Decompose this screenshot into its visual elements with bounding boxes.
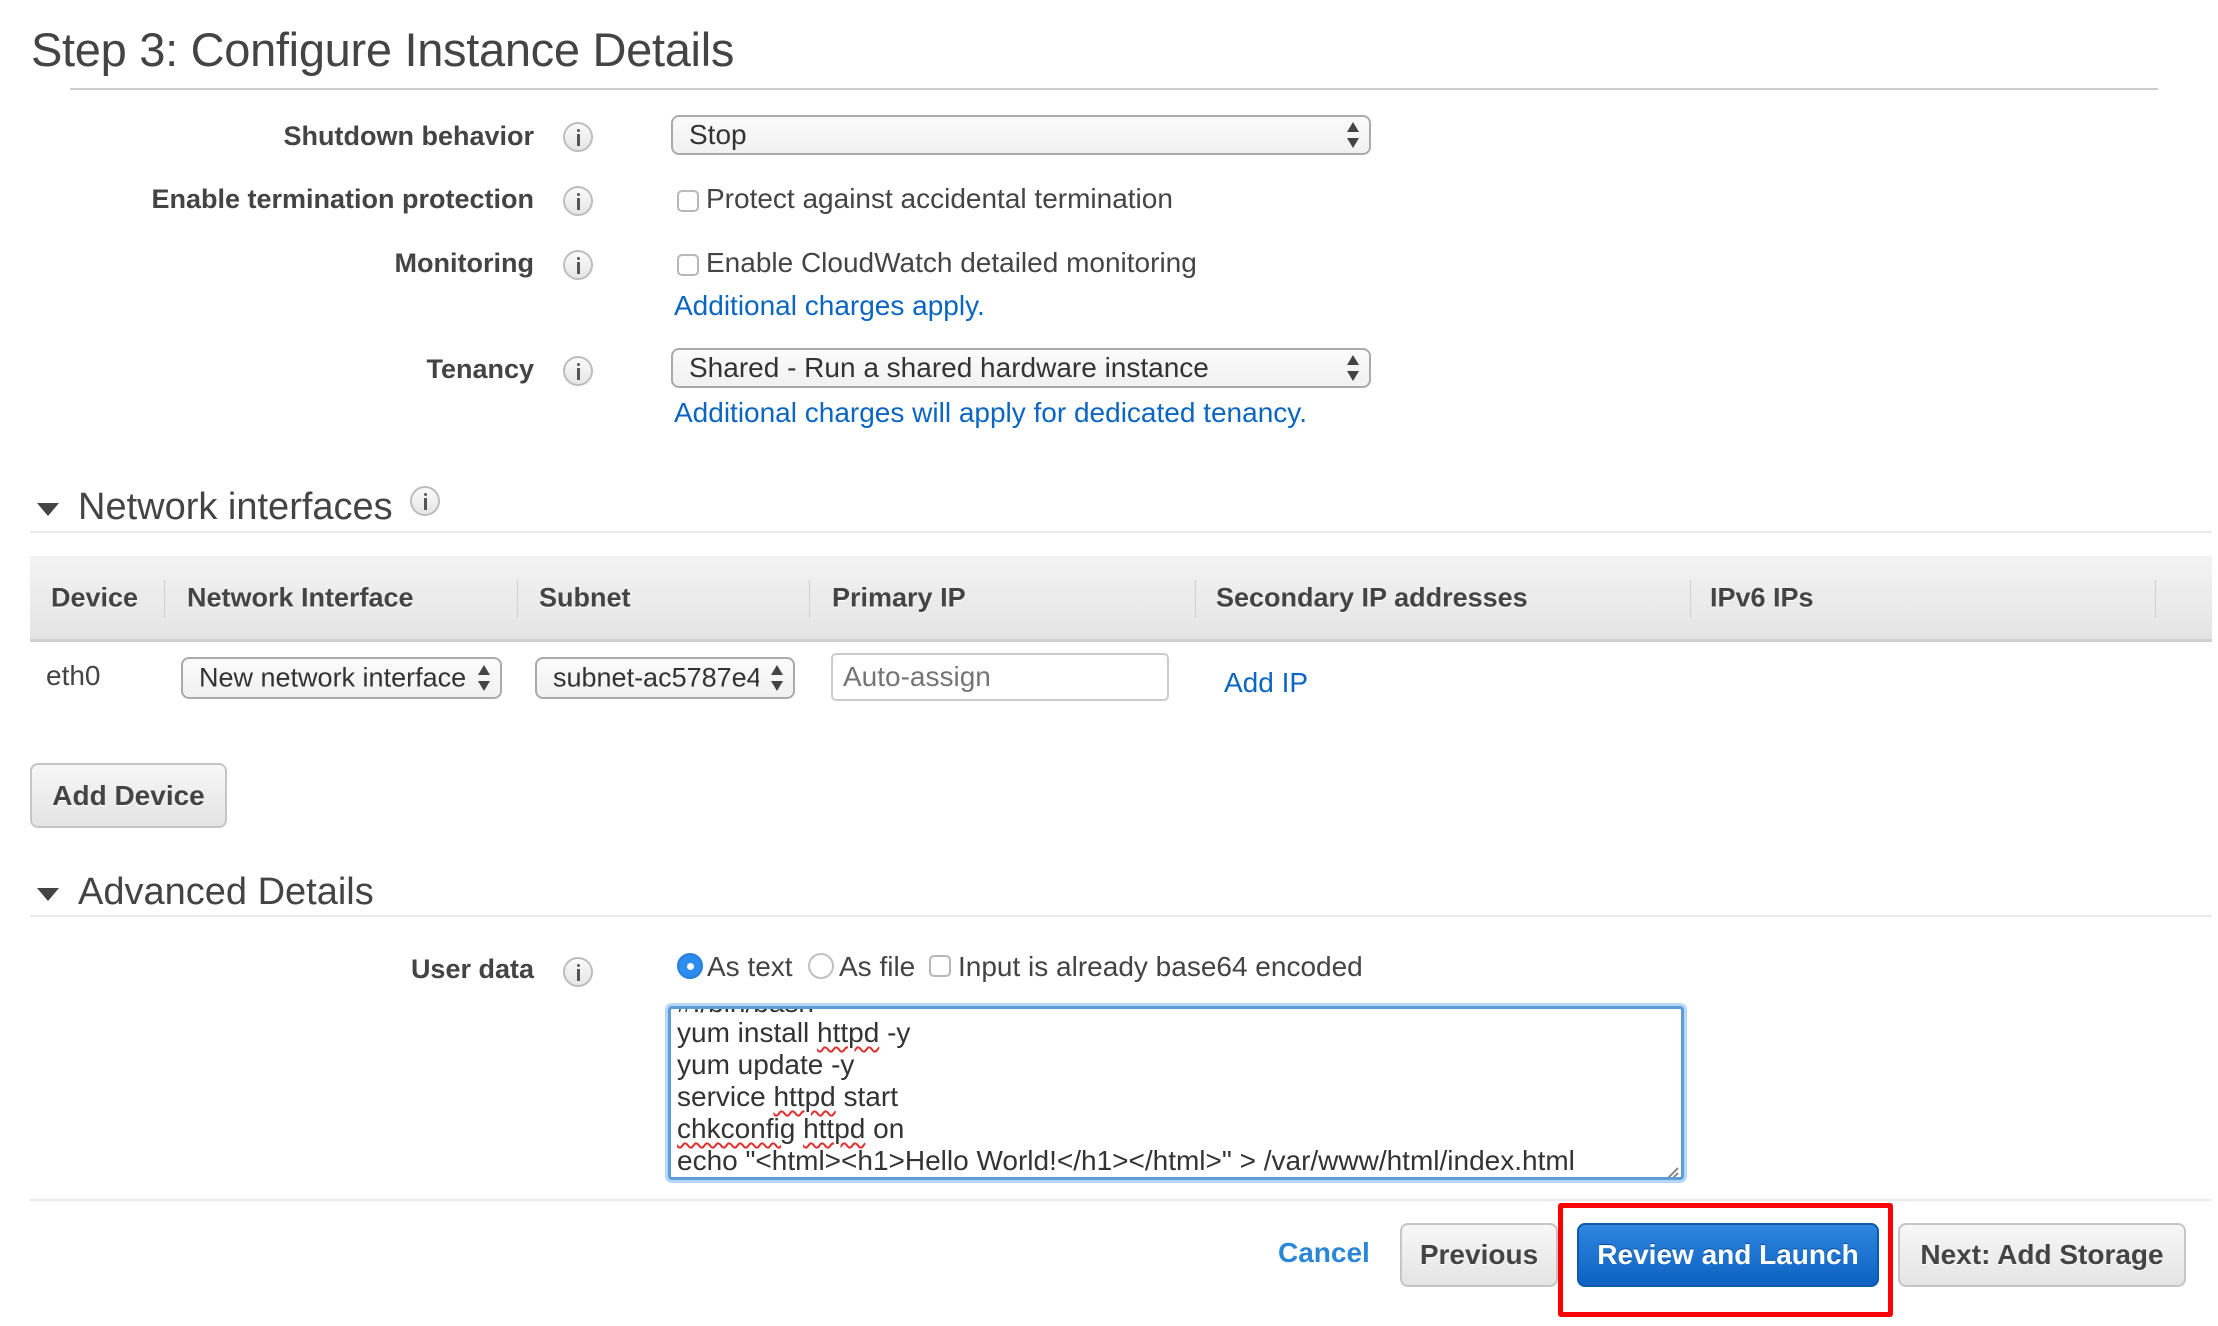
additional-charges-link[interactable]: Additional charges apply. [674,290,985,322]
as-text-label[interactable]: As text [707,951,793,983]
collapse-triangle-icon[interactable] [37,888,59,901]
column-header-device: Device [51,582,139,612]
tenancy-select[interactable]: Shared - Run a shared hardware instance [671,348,1371,388]
tenancy-label: Tenancy [426,354,534,384]
column-separator [809,580,810,618]
user-data-line: chkconfig httpd on [677,1113,905,1144]
as-file-label[interactable]: As file [839,951,915,983]
subnet-select[interactable]: subnet-ac5787e4 [535,657,795,699]
select-arrows-icon [1347,355,1359,381]
column-header-primary-ip: Primary IP [832,582,966,612]
shutdown-behavior-label: Shutdown behavior [283,121,534,151]
column-header-subnet: Subnet [539,582,631,612]
info-icon[interactable] [563,356,593,386]
column-separator [517,580,518,618]
base64-checkbox-label[interactable]: Input is already base64 encoded [958,951,1363,983]
spelling-error: httpd [817,1017,880,1048]
network-interfaces-heading[interactable]: Network interfaces [78,486,393,529]
base64-checkbox[interactable] [929,955,951,977]
advanced-details-heading[interactable]: Advanced Details [78,871,374,914]
user-data-line-text: yum install httpd -y [677,1017,911,1048]
info-icon[interactable] [410,486,440,516]
resize-handle-icon[interactable] [1664,1160,1678,1174]
termination-protection-checkbox[interactable] [677,190,699,212]
highlight-box [1558,1203,1893,1317]
column-separator [2155,580,2156,618]
spelling-error: httpd [803,1113,866,1144]
shutdown-behavior-value: Stop [689,119,747,150]
section-divider [30,531,2212,533]
column-separator [1690,580,1691,618]
spelling-error: httpd [773,1081,836,1112]
network-interface-value: New network interface [199,662,466,693]
device-cell: eth0 [46,660,101,691]
info-icon[interactable] [563,186,593,216]
column-separator [164,580,165,618]
column-separator [1195,580,1196,618]
add-ip-link[interactable]: Add IP [1224,667,1308,699]
collapse-triangle-icon[interactable] [37,503,59,516]
dedicated-tenancy-charges-link[interactable]: Additional charges will apply for dedica… [674,397,1307,429]
info-icon[interactable] [563,250,593,280]
tenancy-value: Shared - Run a shared hardware instance [689,352,1209,383]
column-header-ipv6: IPv6 IPs [1710,582,1814,612]
monitoring-checkbox-label[interactable]: Enable CloudWatch detailed monitoring [706,247,1197,279]
spelling-error: chkconfig [677,1113,796,1144]
as-file-radio[interactable] [808,953,834,979]
column-header-secondary-ip: Secondary IP addresses [1216,582,1528,612]
user-data-line: yum install httpd -y [677,1017,910,1049]
column-header-network-interface: Network Interface [187,582,414,612]
user-data-line: echo "<html><h1>Hello World!</h1></html>… [677,1145,1575,1176]
monitoring-label: Monitoring [394,248,534,278]
user-data-textarea[interactable]: #!/bin/bash yum install httpd -y yum upd… [668,1006,1684,1180]
as-text-radio[interactable] [677,953,703,979]
info-icon[interactable] [563,957,593,987]
network-interface-select[interactable]: New network interface [181,657,502,699]
section-divider [30,915,2212,917]
user-data-label: User data [410,954,534,984]
subnet-value: subnet-ac5787e4 [553,662,759,693]
termination-protection-checkbox-label[interactable]: Protect against accidental termination [706,183,1173,215]
cancel-link[interactable]: Cancel [1278,1237,1370,1269]
select-arrows-icon [1347,122,1359,148]
next-add-storage-button[interactable]: Next: Add Storage [1898,1223,2186,1287]
primary-ip-input[interactable] [831,653,1169,701]
user-data-line: service httpd start [677,1081,898,1112]
previous-button[interactable]: Previous [1400,1223,1558,1287]
footer-divider [30,1199,2212,1201]
add-device-button[interactable]: Add Device [30,763,227,828]
title-divider [70,88,2158,90]
page-title: Step 3: Configure Instance Details [31,23,735,76]
info-icon[interactable] [563,122,593,152]
user-data-line: yum update -y [677,1049,855,1080]
select-arrows-icon [771,665,783,691]
select-arrows-icon [478,665,490,691]
termination-protection-label: Enable termination protection [151,184,534,214]
network-table-header: Device Network Interface Subnet Primary … [30,556,2212,642]
shutdown-behavior-select[interactable]: Stop [671,115,1371,155]
monitoring-checkbox[interactable] [677,254,699,276]
